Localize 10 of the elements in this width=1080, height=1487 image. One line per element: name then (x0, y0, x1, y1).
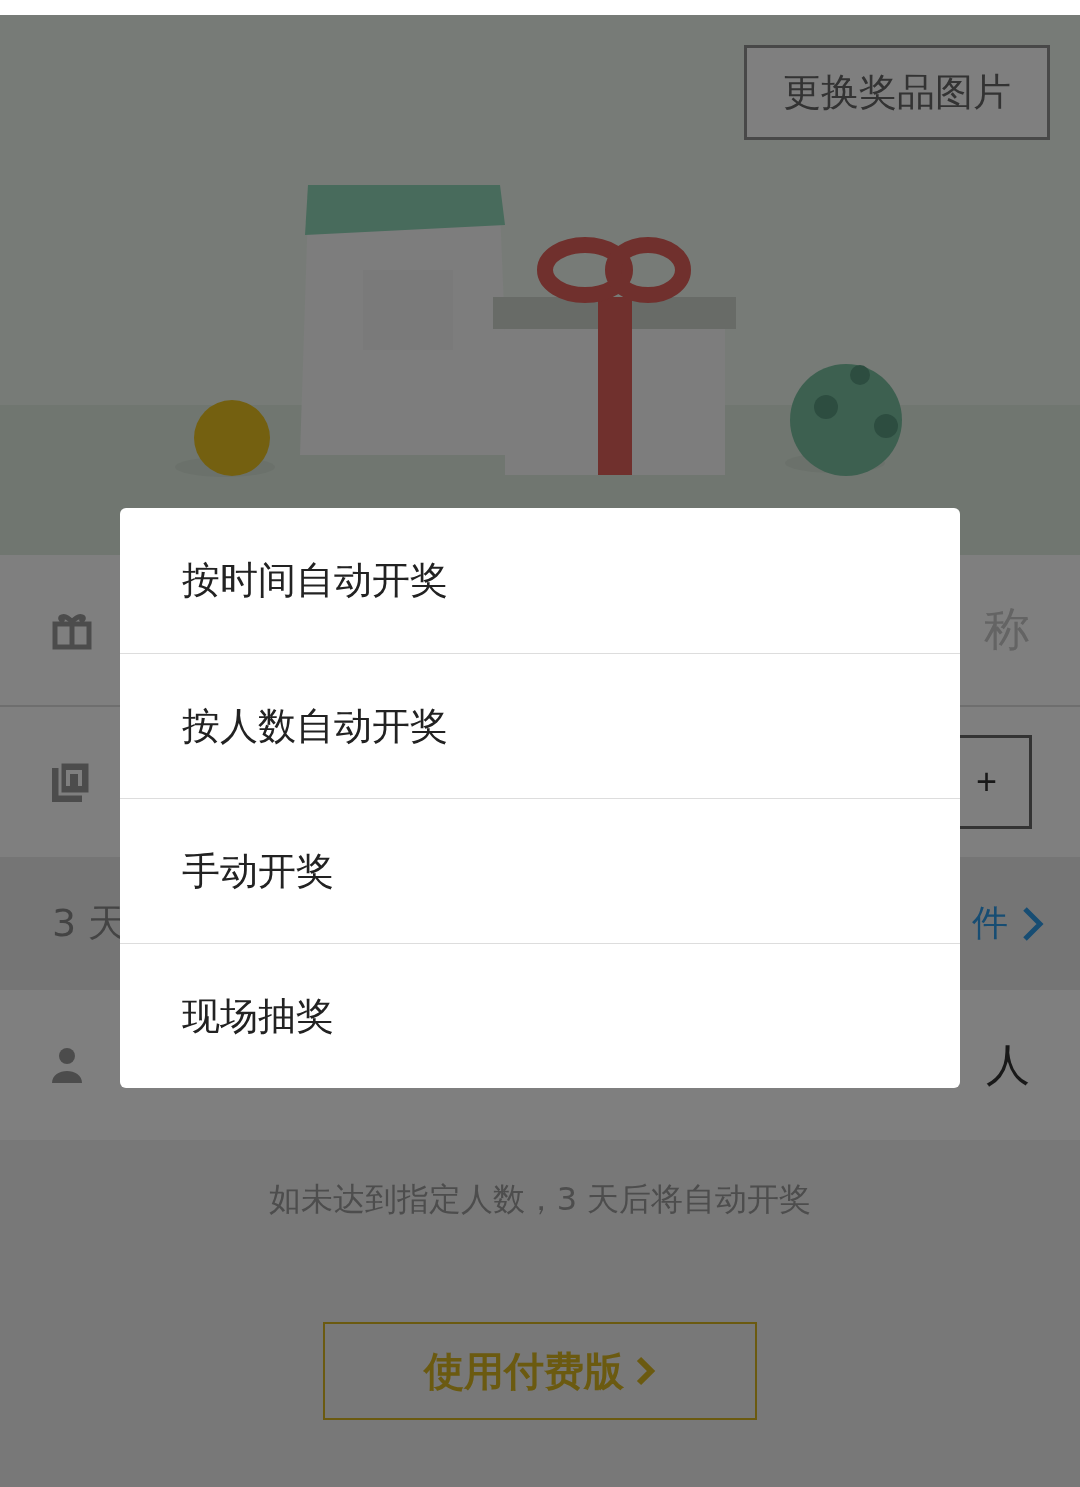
change-image-button[interactable]: 更换奖品图片 (744, 45, 1050, 140)
dialog-option[interactable]: 按人数自动开奖 (120, 653, 960, 798)
chevron-right-icon (1022, 905, 1044, 942)
unit-label: 人 (986, 1037, 1030, 1092)
dialog-option[interactable]: 手动开奖 (120, 798, 960, 943)
image-stack-icon (52, 762, 90, 802)
dialog-option[interactable]: 按时间自动开奖 (120, 508, 960, 653)
chevron-right-icon (636, 1356, 656, 1386)
dialog-option[interactable]: 现场抽奖 (120, 943, 960, 1088)
person-icon (52, 1047, 82, 1083)
